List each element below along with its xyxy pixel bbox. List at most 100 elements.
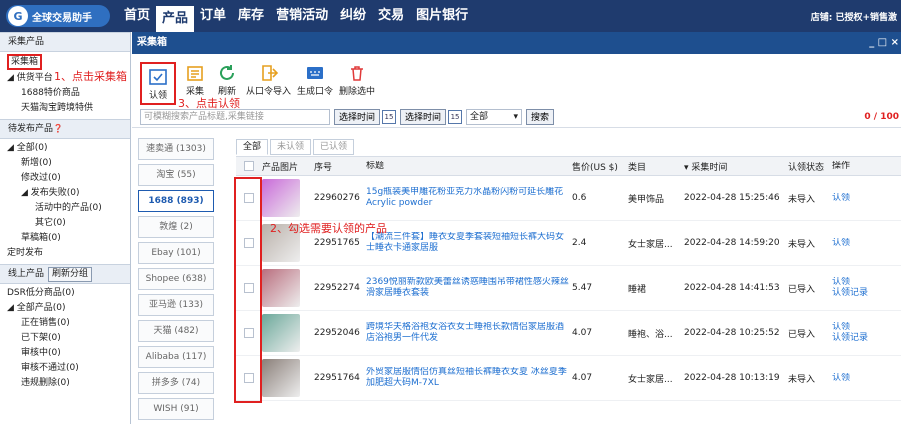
toolbar-refresh-button[interactable]: 刷新 <box>214 62 240 97</box>
sidebar-item[interactable]: 天猫淘宝跨境特供 <box>0 101 130 116</box>
product-category: 女士家居... <box>628 374 673 385</box>
sidebar-item[interactable]: 审核不通过(0) <box>0 361 130 376</box>
sidebar-item[interactable]: 正在销售(0) <box>0 316 130 331</box>
nav-item-2[interactable]: 订单 <box>194 0 232 32</box>
product-thumbnail[interactable] <box>262 269 300 307</box>
sidebar-section-head: 线上产品 刷新分组 <box>0 264 130 284</box>
product-thumbnail[interactable] <box>262 179 300 217</box>
platform-item[interactable]: Alibaba (117) <box>138 346 214 368</box>
column-header[interactable]: 产品图片 <box>262 160 314 173</box>
sidebar-item-label: ◢ 全部产品(0) <box>7 303 66 313</box>
sidebar-item[interactable]: 违规删除(0) <box>0 376 130 391</box>
toolbar-claim-button[interactable]: 认领 <box>140 62 176 105</box>
search-button[interactable]: 搜索 <box>526 108 555 125</box>
sidebar-item[interactable]: 已下架(0) <box>0 331 130 346</box>
product-title-link[interactable]: 15g瓶装美甲雕花粉亚克力水晶粉闪粉可延长雕花Acrylic powder <box>366 187 572 209</box>
collect-icon <box>182 62 208 84</box>
operation-cell: 认领 <box>832 373 892 384</box>
sidebar-item-label: 审核不通过(0) <box>21 363 79 373</box>
nav-item-4[interactable]: 营销活动 <box>270 0 334 32</box>
toolbar-import-button[interactable]: 从口令导入 <box>246 62 291 97</box>
status-select[interactable]: 全部 ▾ <box>466 108 523 125</box>
sidebar-item[interactable]: DSR低分商品(0) <box>0 286 130 301</box>
product-thumbnail[interactable] <box>262 314 300 352</box>
claim-link[interactable]: 认领 <box>832 277 892 288</box>
sidebar-item-label: 其它(0) <box>35 218 66 228</box>
platform-item[interactable]: WISH (91) <box>138 398 214 420</box>
product-image-cell <box>262 269 314 307</box>
platform-item[interactable]: 1688 (893) <box>138 190 214 212</box>
claim-record-link[interactable]: 认领记录 <box>832 333 892 344</box>
platform-item[interactable]: Shopee (638) <box>138 268 214 290</box>
column-header[interactable]: 类目 <box>628 160 684 173</box>
product-image-cell <box>262 314 314 352</box>
select-all-checkbox[interactable] <box>244 161 254 171</box>
platform-item[interactable]: Ebay (101) <box>138 242 214 264</box>
calendar-icon[interactable]: 15 <box>382 109 397 124</box>
collection-box-window: 采集箱 _ □ × 认领 采集 刷新 从口令导入 生成口令 删除选中 3、点击认领 可模糊… <box>132 32 901 424</box>
tab-全部[interactable]: 全部 <box>236 139 269 155</box>
product-image-cell <box>262 359 314 397</box>
product-thumbnail[interactable] <box>262 359 300 397</box>
column-header[interactable]: ▾ 采集时间 <box>684 160 788 173</box>
column-header[interactable]: 标题 <box>366 161 572 172</box>
tab-已认领[interactable]: 已认领 <box>313 139 355 155</box>
refresh-group-button[interactable]: 刷新分组 <box>48 266 93 282</box>
trash-icon <box>344 62 370 84</box>
platform-item[interactable]: 亚马逊 (133) <box>138 294 214 316</box>
column-header[interactable]: 认领状态 <box>788 160 832 173</box>
claim-link[interactable]: 认领 <box>832 238 892 249</box>
sidebar-item[interactable]: ◢ 全部产品(0) <box>0 301 130 316</box>
column-header[interactable]: 操作 <box>832 161 892 172</box>
claim-link[interactable]: 认领 <box>832 322 892 333</box>
table-row: 22952046 跨境华夫格浴袍女浴衣女士睡袍长款情侣家居服酒店浴袍男一件代发 4.… <box>236 311 901 356</box>
claim-link[interactable]: 认领 <box>832 193 892 204</box>
sidebar-item[interactable]: 活动中的产品(0) <box>0 201 130 216</box>
platform-item[interactable]: 拼多多 (74) <box>138 372 214 394</box>
toolbar-button-label: 生成口令 <box>297 87 334 97</box>
sidebar-item[interactable]: 审核中(0) <box>0 346 130 361</box>
nav-item-0[interactable]: 首页 <box>118 0 156 32</box>
sidebar-item[interactable]: 新增(0) <box>0 156 130 171</box>
chevron-down-icon: ▾ <box>513 111 519 122</box>
column-header[interactable]: 售价(US $) <box>572 160 628 173</box>
sidebar-item-label: 正在销售(0) <box>21 318 70 328</box>
claim-record-link[interactable]: 认领记录 <box>832 288 892 299</box>
selected-count: 0 / 100 <box>864 111 899 122</box>
tab-未认领[interactable]: 未认领 <box>270 139 312 155</box>
sidebar-item[interactable]: 定时发布 <box>0 246 130 261</box>
product-title-link[interactable]: 【潮流三件套】睡衣女夏季套装短袖短长裤大码女士睡衣卡通家居服 <box>366 232 572 254</box>
end-time-button[interactable]: 选择时间 <box>400 108 447 125</box>
sidebar-item[interactable]: 草稿箱(0) <box>0 231 130 246</box>
product-title-link[interactable]: 2369悦丽新款欧美蕾丝诱惑睡围吊带裙性感火辣丝滑家居睡衣套装 <box>366 277 572 299</box>
platform-item[interactable]: 速卖通 (1303) <box>138 138 214 160</box>
nav-item-6[interactable]: 交易 <box>372 0 410 32</box>
sidebar-section-items: ◢ 全部(0) 新增(0) 修改过(0) ◢ 发布失败(0) 活动中的产品(0) 其它(0… <box>0 139 130 264</box>
platform-item[interactable]: 淘宝 (55) <box>138 164 214 186</box>
toolbar-collect-button[interactable]: 采集 <box>182 62 208 97</box>
toolbar-trash-button[interactable]: 删除选中 <box>339 62 375 97</box>
calendar-icon[interactable]: 15 <box>448 109 463 124</box>
sidebar-item[interactable]: 1688特价商品 <box>0 86 130 101</box>
help-icon[interactable]: ❓ <box>53 119 63 139</box>
sidebar-section-head: 待发布产品 ❓ <box>0 119 130 139</box>
start-time-button[interactable]: 选择时间 <box>334 108 381 125</box>
product-title-link[interactable]: 外贸家居服情侣仿真丝短袖长裤睡衣女夏 冰丝夏季加肥超大码M-7XL <box>366 367 572 389</box>
sidebar-item[interactable]: 其它(0) <box>0 216 130 231</box>
platform-item[interactable]: 敦煌 (2) <box>138 216 214 238</box>
nav-item-1[interactable]: 产品 <box>156 6 195 32</box>
nav-item-3[interactable]: 库存 <box>232 0 270 32</box>
nav-item-5[interactable]: 纠纷 <box>334 0 372 32</box>
app-logo[interactable]: G 全球交易助手 <box>6 5 110 27</box>
toolbar-command-button[interactable]: 生成口令 <box>297 62 333 97</box>
product-title-link[interactable]: 跨境华夫格浴袍女浴衣女士睡袍长款情侣家居服酒店浴袍男一件代发 <box>366 322 572 344</box>
sidebar-item[interactable]: ◢ 全部(0) <box>0 141 130 156</box>
sidebar-section-head: 采集产品 <box>0 32 130 52</box>
sidebar-item[interactable]: ◢ 发布失败(0) <box>0 186 130 201</box>
nav-item-7[interactable]: 图片银行 <box>410 0 474 32</box>
column-header[interactable]: 序号 <box>314 160 366 173</box>
window-controls[interactable]: _ □ × <box>869 32 899 54</box>
sidebar-item[interactable]: 修改过(0) <box>0 171 130 186</box>
platform-item[interactable]: 天猫 (482) <box>138 320 214 342</box>
claim-link[interactable]: 认领 <box>832 373 892 384</box>
